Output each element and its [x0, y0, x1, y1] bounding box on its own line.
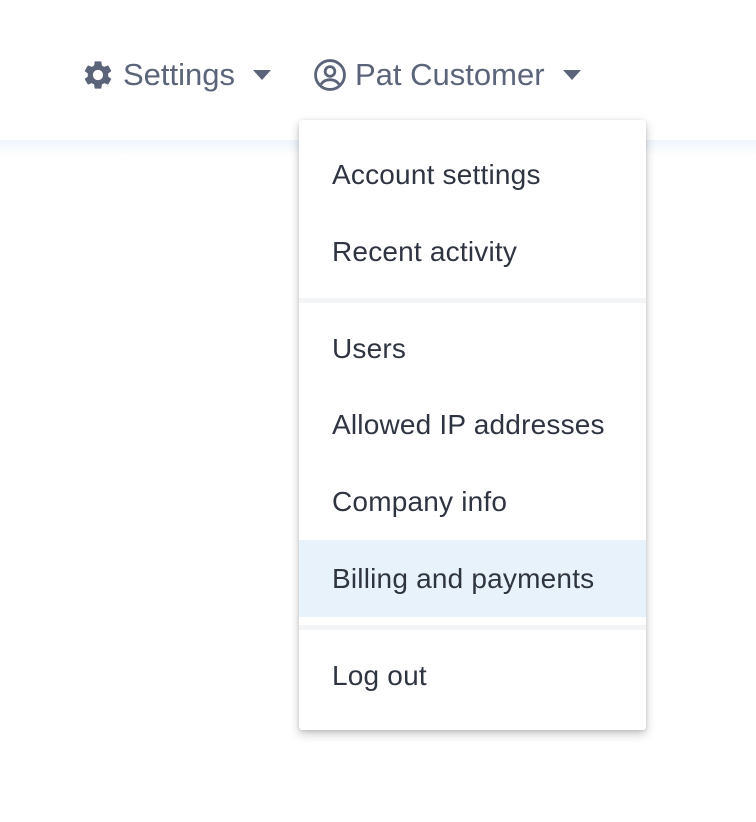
- settings-menu-toggle[interactable]: Settings: [81, 52, 272, 98]
- menu-item-allowed-ip-addresses[interactable]: Allowed IP addresses: [299, 386, 646, 463]
- menu-item-users[interactable]: Users: [299, 310, 646, 387]
- settings-label: Settings: [123, 57, 236, 92]
- top-navbar: Settings Pat Customer: [0, 0, 756, 140]
- user-circle-icon: [313, 58, 347, 92]
- menu-item-billing-and-payments[interactable]: Billing and payments: [299, 540, 646, 617]
- menu-divider: [299, 625, 646, 630]
- user-menu-toggle[interactable]: Pat Customer: [313, 52, 581, 98]
- menu-item-recent-activity[interactable]: Recent activity: [299, 213, 646, 290]
- menu-item-account-settings[interactable]: Account settings: [299, 136, 646, 213]
- chevron-down-icon: [562, 70, 581, 80]
- gear-icon: [81, 58, 115, 92]
- chevron-down-icon: [253, 70, 272, 80]
- page: Settings Pat Customer Account settings R…: [0, 0, 756, 822]
- menu-item-company-info[interactable]: Company info: [299, 463, 646, 540]
- user-name-label: Pat Customer: [355, 57, 545, 92]
- user-dropdown-menu: Account settings Recent activity Users A…: [299, 120, 646, 730]
- menu-divider: [299, 298, 646, 303]
- menu-item-log-out[interactable]: Log out: [299, 637, 646, 714]
